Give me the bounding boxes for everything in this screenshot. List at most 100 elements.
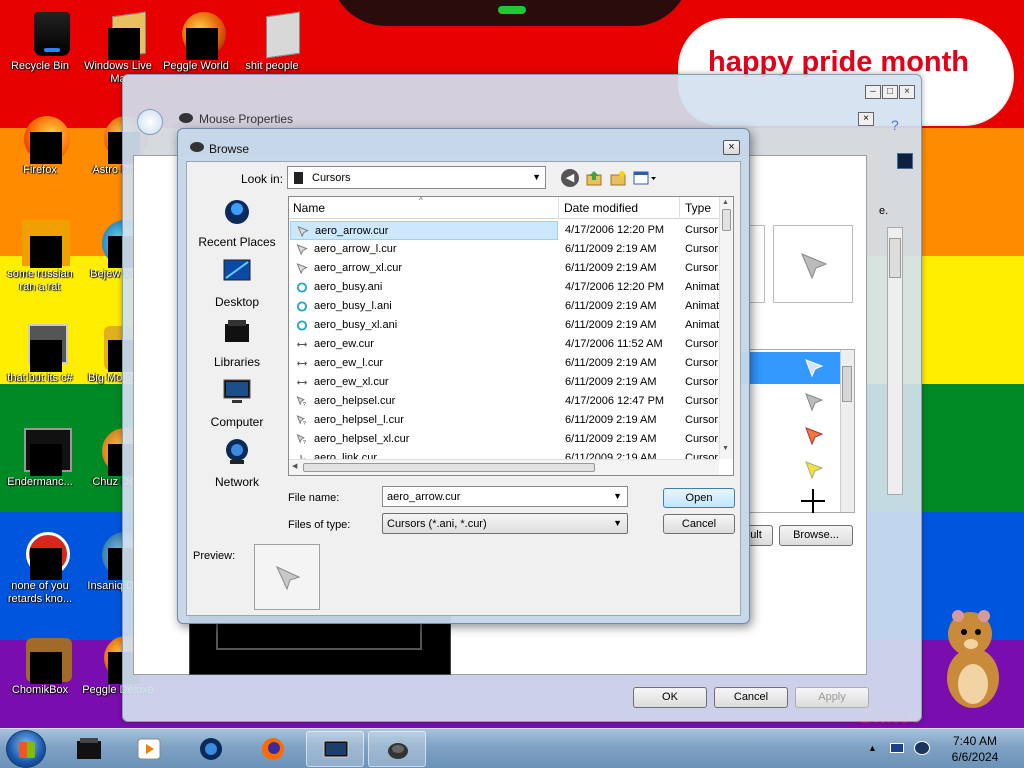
busy-cursor-icon <box>296 301 308 312</box>
place-desktop[interactable]: Desktop <box>193 258 281 309</box>
file-name-cell[interactable]: aero_ew_l.cur <box>290 354 558 373</box>
file-type: Cursor <box>685 357 719 369</box>
help-icon[interactable]: ? <box>891 117 899 133</box>
up-folder-icon[interactable] <box>585 169 603 187</box>
file-name-cell[interactable]: aero_ew_xl.cur <box>290 373 558 392</box>
file-name-cell[interactable]: aero_busy_xl.ani <box>290 316 558 335</box>
files-of-type-value: Cursors (*.ani, *.cur) <box>387 518 487 530</box>
scrollbar[interactable] <box>887 227 903 495</box>
taskbar-app[interactable] <box>60 731 118 767</box>
desktop-icon-that-but-csharp[interactable]: that but its c# <box>0 318 80 385</box>
file-name-cell[interactable]: aero_arrow_l.cur <box>290 240 558 259</box>
scrollbar[interactable] <box>840 350 854 512</box>
svg-text:?: ? <box>303 421 306 426</box>
file-row[interactable]: aero_busy.ani 4/17/2006 12:20 PM Animated <box>289 278 731 297</box>
open-button[interactable]: Open <box>663 488 735 508</box>
desktop-icon-shit-people[interactable]: shit people <box>232 6 312 73</box>
desktop-icon-chomikbox[interactable]: ChomikBox <box>0 630 80 697</box>
vertical-scrollbar[interactable]: ▲ ▼ <box>719 197 733 459</box>
file-row[interactable]: aero_arrow.cur 4/17/2006 12:20 PM Cursor <box>289 221 719 240</box>
file-row[interactable]: ? aero_helpsel_xl.cur 6/11/2009 2:19 AM Cur… <box>289 430 719 449</box>
file-name: aero_arrow.cur <box>315 225 389 237</box>
file-name-cell[interactable]: aero_arrow.cur <box>290 221 558 240</box>
place-network[interactable]: Network <box>193 438 281 489</box>
clock[interactable]: 7:40 AM 6/6/2024 <box>940 733 1010 765</box>
minimize-button[interactable]: – <box>865 85 881 99</box>
back-arrow-icon[interactable] <box>137 109 163 135</box>
file-row[interactable]: aero_ew_xl.cur 6/11/2009 2:19 AM Cursor <box>289 373 719 392</box>
cancel-button[interactable]: Cancel <box>663 514 735 534</box>
horizontal-scrollbar[interactable]: ◀ <box>289 459 719 475</box>
close-button[interactable]: × <box>899 85 915 99</box>
file-name: aero_ew_l.cur <box>314 357 384 369</box>
file-row[interactable]: aero_busy_l.ani 6/11/2009 2:19 AM Animated <box>289 297 731 316</box>
taskbar-app[interactable] <box>244 731 302 767</box>
dialog-body: Look in: Cursors ▼ ◀ Recent Places Deskt… <box>186 161 741 616</box>
desktop-icon-label: Peggle World <box>163 60 229 72</box>
browse-button[interactable]: Browse... <box>779 525 853 546</box>
file-name-input[interactable]: aero_arrow.cur ▼ <box>382 486 628 507</box>
maximize-button[interactable]: □ <box>882 85 898 99</box>
view-menu-icon[interactable] <box>633 169 657 187</box>
column-header-type[interactable]: Type <box>685 201 711 215</box>
taskbar-app[interactable] <box>368 731 426 767</box>
file-row[interactable]: aero_busy_xl.ani 6/11/2009 2:19 AM Animate… <box>289 316 731 335</box>
taskbar-app[interactable] <box>120 731 178 767</box>
file-row[interactable]: ? aero_helpsel_l.cur 6/11/2009 2:19 AM Curs… <box>289 411 719 430</box>
desktop-icon-label: some russian ran a rat <box>7 268 73 293</box>
chevron-down-icon[interactable]: ▼ <box>613 491 622 501</box>
chevron-down-icon: ▼ <box>532 172 541 182</box>
file-row[interactable]: aero_arrow_l.cur 6/11/2009 2:19 AM Cursor <box>289 240 719 259</box>
place-recent-places[interactable]: Recent Places <box>193 198 281 249</box>
file-list[interactable]: ^ Name Date modified Type aero_arrow.cur… <box>288 196 734 476</box>
start-button[interactable] <box>6 730 46 768</box>
apply-button[interactable]: Apply <box>795 687 869 708</box>
file-row[interactable]: aero_ew.cur 4/17/2006 11:52 AM Cursor <box>289 335 719 354</box>
volume-tray-icon[interactable] <box>914 741 930 755</box>
desktop-icon-label: none of you retards kno... <box>7 580 73 605</box>
taskbar-app[interactable] <box>182 731 240 767</box>
redaction-box <box>30 132 62 164</box>
browse-dialog: Browse × Look in: Cursors ▼ ◀ Recent Pla… <box>177 128 750 624</box>
column-header-date[interactable]: Date modified <box>564 201 638 215</box>
look-in-dropdown[interactable]: Cursors ▼ <box>287 166 546 189</box>
file-name: aero_arrow_xl.cur <box>314 262 403 274</box>
arrow-cursor-icon <box>275 565 301 591</box>
file-name-cell[interactable]: ? aero_helpsel_xl.cur <box>290 430 558 449</box>
desktop-icon-peggle-world[interactable]: Peggle World <box>156 6 236 73</box>
ok-button[interactable]: OK <box>633 687 707 708</box>
place-computer[interactable]: Computer <box>193 378 281 429</box>
redaction-box <box>30 444 62 476</box>
file-row[interactable]: aero_ew_l.cur 6/11/2009 2:19 AM Cursor <box>289 354 719 373</box>
desktop-icon-none-of-you[interactable]: none of you retards kno... <box>0 526 80 606</box>
close-button[interactable]: × <box>723 140 740 155</box>
file-row[interactable]: aero_arrow_xl.cur 6/11/2009 2:19 AM Cursor <box>289 259 719 278</box>
place-label: Desktop <box>214 295 260 309</box>
network-tray-icon[interactable] <box>890 743 904 753</box>
new-folder-icon[interactable] <box>609 169 627 187</box>
file-name-cell[interactable]: aero_arrow_xl.cur <box>290 259 558 278</box>
close-button[interactable]: × <box>858 112 874 126</box>
desktop-icon <box>223 259 251 281</box>
file-name-cell[interactable]: aero_busy.ani <box>290 278 558 297</box>
column-header-name[interactable]: Name <box>293 201 325 215</box>
desktop-icon-firefox[interactable]: Firefox <box>0 110 80 177</box>
back-arrow-icon[interactable]: ◀ <box>561 169 579 187</box>
desktop-icon-russian-rat[interactable]: some russian ran a rat <box>0 214 80 294</box>
place-libraries[interactable]: Libraries <box>193 318 281 369</box>
file-name-cell[interactable]: ? aero_helpsel_l.cur <box>290 411 558 430</box>
taskbar-app[interactable] <box>306 731 364 767</box>
file-name-cell[interactable]: aero_busy_l.ani <box>290 297 558 316</box>
file-name-cell[interactable]: aero_ew.cur <box>290 335 558 354</box>
files-of-type-select[interactable]: Cursors (*.ani, *.cur) ▼ <box>382 513 628 534</box>
cancel-button[interactable]: Cancel <box>714 687 788 708</box>
file-row[interactable]: ? aero_helpsel.cur 4/17/2006 12:47 PM Curso… <box>289 392 719 411</box>
desktop-icon-endermanch[interactable]: Endermanc... <box>0 422 80 489</box>
arrow-cursor-icon <box>296 263 308 274</box>
desktop-icon-recycle-bin[interactable]: Recycle Bin <box>0 6 80 73</box>
file-name-cell[interactable]: ? aero_helpsel.cur <box>290 392 558 411</box>
show-hidden-icons-icon[interactable]: ▲ <box>868 743 877 753</box>
network-icon <box>226 439 248 464</box>
orange-arrow-cursor-icon <box>805 427 824 446</box>
recent-places-icon <box>225 200 249 224</box>
